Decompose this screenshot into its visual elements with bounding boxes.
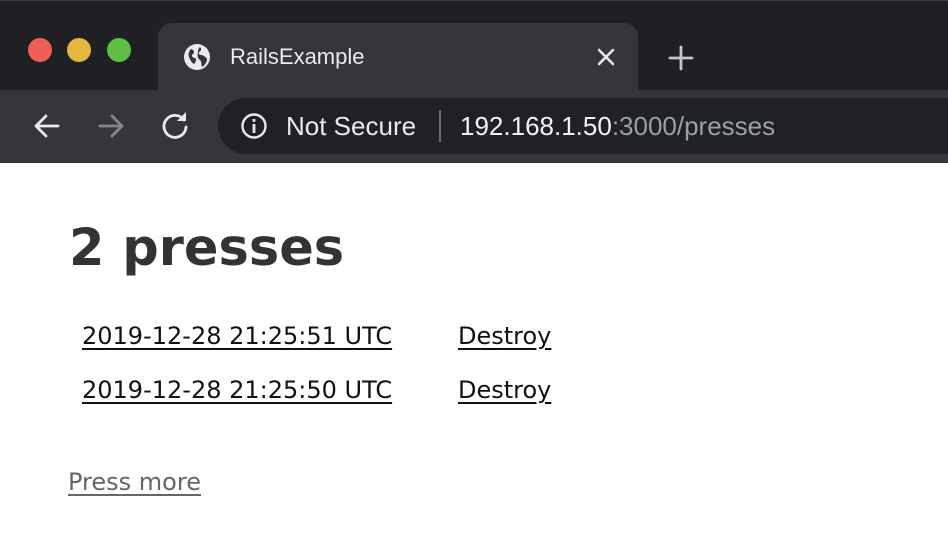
back-arrow-icon[interactable] [29, 108, 65, 144]
press-more-link[interactable]: Press more [68, 467, 201, 497]
url-text[interactable]: 192.168.1.50:3000/presses [460, 111, 775, 141]
address-bar[interactable]: Not Secure 192.168.1.50:3000/presses [218, 98, 948, 154]
url-host: 192.168.1.50 [460, 111, 612, 141]
forward-arrow-icon[interactable] [93, 108, 129, 144]
browser-tab[interactable]: RailsExample [158, 23, 638, 91]
tab-title: RailsExample [230, 44, 365, 69]
browser-toolbar: Not Secure 192.168.1.50:3000/presses [0, 90, 948, 163]
info-icon[interactable] [240, 112, 268, 140]
maximize-window-button[interactable] [107, 38, 131, 62]
globe-icon [183, 43, 211, 71]
plus-icon[interactable] [664, 41, 698, 75]
page-title: 2 presses [69, 219, 345, 278]
browser-titlebar: RailsExample [0, 0, 948, 91]
press-timestamp-link[interactable]: 2019-12-28 21:25:51 UTC [82, 321, 392, 351]
page-content: 2 presses 2019-12-28 21:25:51 UTC Destro… [3, 163, 948, 546]
reload-icon[interactable] [157, 108, 193, 144]
close-icon[interactable] [591, 42, 621, 72]
security-status-label[interactable]: Not Secure [286, 111, 416, 141]
press-timestamp-link[interactable]: 2019-12-28 21:25:50 UTC [82, 375, 392, 405]
omnibox-divider [439, 110, 441, 142]
minimize-window-button[interactable] [67, 38, 91, 62]
url-path: :3000/presses [611, 111, 776, 141]
destroy-link[interactable]: Destroy [458, 375, 551, 405]
close-window-button[interactable] [28, 38, 52, 62]
destroy-link[interactable]: Destroy [458, 321, 551, 351]
